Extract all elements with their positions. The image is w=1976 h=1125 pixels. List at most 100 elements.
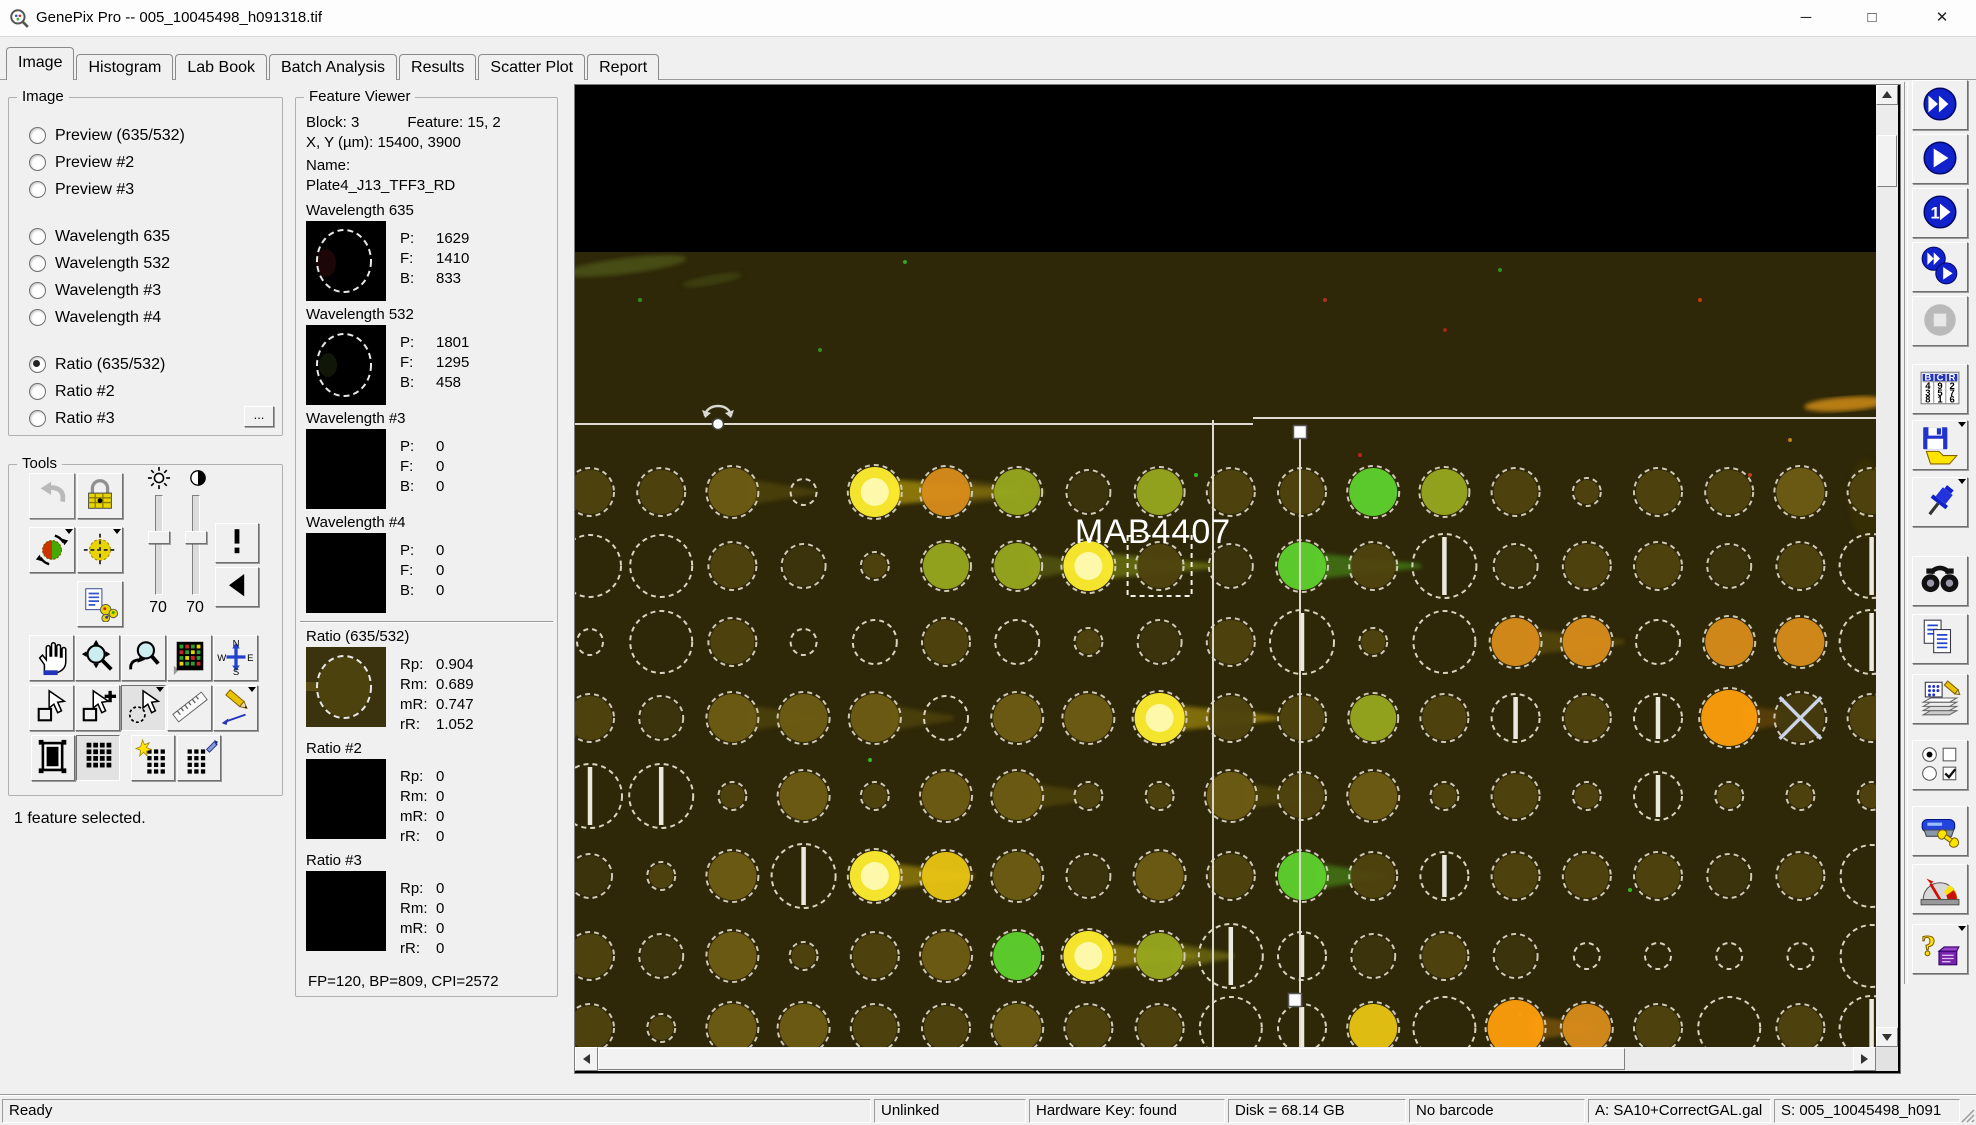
copy-settings-button[interactable]: [77, 581, 123, 627]
radio-button-icon[interactable]: [29, 282, 46, 299]
copy-icon: [1918, 617, 1962, 659]
radio-button-icon[interactable]: [29, 127, 46, 144]
zoom-back-icon: [125, 638, 163, 676]
tab-lab-book[interactable]: Lab Book: [175, 54, 267, 80]
fv-values: P: 1801 F: 1295 B: 458: [400, 334, 470, 391]
radio-button-icon[interactable]: [29, 410, 46, 427]
radio-preview-2[interactable]: Preview #2: [9, 149, 282, 176]
horizontal-scrollbar[interactable]: [575, 1047, 1876, 1071]
status-bar: Ready Unlinked Hardware Key: found Disk = 6…: [0, 1099, 1976, 1123]
previous-feature-button[interactable]: [215, 567, 259, 607]
chevron-down-icon: [1958, 926, 1966, 931]
vertical-scroll-thumb[interactable]: [1877, 135, 1897, 187]
select-region-button[interactable]: [29, 685, 74, 731]
radio-button-icon[interactable]: [29, 356, 46, 373]
undo-button[interactable]: [29, 473, 75, 519]
radio-button-icon[interactable]: [29, 255, 46, 272]
resize-grip[interactable]: [1960, 1108, 1975, 1123]
orientation-button[interactable]: N SW E: [213, 635, 258, 681]
align-blocks-button[interactable]: [77, 527, 123, 573]
toolbar-pin-button[interactable]: [1912, 477, 1968, 527]
flag-feature-button[interactable]: [215, 523, 259, 563]
array-display-button[interactable]: [167, 635, 212, 681]
radio-wavelength-3[interactable]: Wavelength #3: [9, 277, 282, 304]
radio-wavelength-532[interactable]: Wavelength 532: [9, 250, 282, 277]
radio-button-icon[interactable]: [29, 309, 46, 326]
toolbar-hardware-button[interactable]: [1912, 806, 1968, 856]
scroll-up-button[interactable]: [1876, 85, 1898, 105]
draw-tool-button[interactable]: [213, 685, 258, 731]
toolbar-display-options-button[interactable]: [1912, 740, 1968, 790]
block-grid-icon: [79, 738, 117, 776]
toolbar-scan-button[interactable]: [1912, 134, 1968, 184]
scroll-down-button[interactable]: [1876, 1027, 1898, 1047]
toolbar-array-list-button[interactable]: [1912, 674, 1968, 724]
fv-section: Rp: 0.904 Rm: 0.689 mR: 0.747 rR: 1.052: [296, 647, 557, 735]
toolbar-scan-all-button[interactable]: [1912, 80, 1968, 130]
more-options-button[interactable]: ...: [244, 406, 274, 427]
feature-value: 15, 2: [467, 114, 501, 131]
radio-ratio-3[interactable]: Ratio #3: [9, 405, 282, 432]
chevron-down-icon: [1958, 422, 1966, 427]
brightness-slider[interactable]: [155, 495, 163, 595]
contrast-slider-thumb[interactable]: [185, 531, 207, 544]
block-properties-button[interactable]: [177, 735, 221, 781]
toolbar-scan-single-button[interactable]: 1: [1912, 188, 1968, 238]
arrow-left-icon: [583, 1054, 590, 1064]
select-add-button[interactable]: [75, 685, 120, 731]
radio-preview-635-532-[interactable]: Preview (635/532): [9, 122, 282, 149]
horizontal-scroll-thumb[interactable]: [598, 1048, 1625, 1070]
feature-thumbnail: [306, 221, 386, 301]
toolbar-save-open-button[interactable]: [1912, 420, 1968, 470]
contrast-slider[interactable]: [192, 495, 200, 595]
svg-text:E: E: [247, 653, 253, 664]
vertical-scrollbar[interactable]: [1876, 85, 1898, 1047]
svg-text:6: 6: [1949, 395, 1954, 406]
brightness-slider-thumb[interactable]: [148, 531, 170, 544]
pan-tool-button[interactable]: [29, 635, 74, 681]
radio-button-icon[interactable]: [29, 228, 46, 245]
measure-tool-button[interactable]: [167, 685, 212, 731]
toolbar-gauge-button[interactable]: [1912, 864, 1968, 914]
tab-report[interactable]: Report: [587, 54, 660, 80]
block-mode-button[interactable]: [31, 735, 75, 781]
toolbar-help-button[interactable]: ?: [1912, 924, 1968, 974]
minimize-button[interactable]: ─: [1777, 0, 1835, 36]
tab-results[interactable]: Results: [399, 54, 477, 80]
radio-button-icon[interactable]: [29, 383, 46, 400]
toolbar-stop-button[interactable]: [1912, 296, 1968, 346]
gauge-icon: [1918, 867, 1962, 909]
close-button[interactable]: ✕: [1913, 0, 1971, 36]
lock-button[interactable]: [77, 473, 123, 519]
new-block-button[interactable]: [131, 735, 175, 781]
radio-wavelength-4[interactable]: Wavelength #4: [9, 304, 282, 331]
array-image[interactable]: MAB4407: [557, 85, 1905, 1061]
rotate-image-button[interactable]: [29, 527, 75, 573]
scroll-right-button[interactable]: [1853, 1047, 1876, 1071]
fv-values: Rp: 0 Rm: 0 mR: 0 rR: 0: [400, 880, 445, 957]
radio-ratio-635-532-[interactable]: Ratio (635/532): [9, 351, 282, 378]
toolbar-find-button[interactable]: [1912, 556, 1968, 606]
radio-preview-3[interactable]: Preview #3: [9, 176, 282, 203]
tab-histogram[interactable]: Histogram: [76, 54, 174, 80]
zoom-back-button[interactable]: [121, 635, 166, 681]
scroll-left-button[interactable]: [575, 1047, 598, 1071]
maximize-button[interactable]: □: [1843, 0, 1901, 36]
feature-viewer-sections: Wavelength 635 P: 1629 F: 1410 B: 833 Wavelengt…: [296, 202, 557, 959]
prev-arrow-icon: [218, 570, 256, 602]
tab-strip: Image Histogram Lab Book Batch Analysis Resu…: [6, 47, 661, 80]
tab-scatter-plot[interactable]: Scatter Plot: [478, 54, 586, 80]
radio-wavelength-635[interactable]: Wavelength 635: [9, 223, 282, 250]
tab-image[interactable]: Image: [6, 47, 75, 80]
radio-button-icon[interactable]: [29, 154, 46, 171]
toolbar-batch-scan-button[interactable]: [1912, 242, 1968, 292]
toolbar-copy-button[interactable]: [1912, 614, 1968, 664]
radio-button-icon[interactable]: [29, 181, 46, 198]
feature-mode-button[interactable]: [76, 735, 120, 781]
radio-ratio-2[interactable]: Ratio #2: [9, 378, 282, 405]
tab-batch-analysis[interactable]: Batch Analysis: [268, 54, 398, 80]
toolbar-barcode-button[interactable]: BCR438951276: [1912, 364, 1968, 414]
select-feature-button[interactable]: [121, 685, 166, 731]
svg-text:?: ?: [1921, 930, 1936, 962]
zoom-tool-button[interactable]: [75, 635, 120, 681]
